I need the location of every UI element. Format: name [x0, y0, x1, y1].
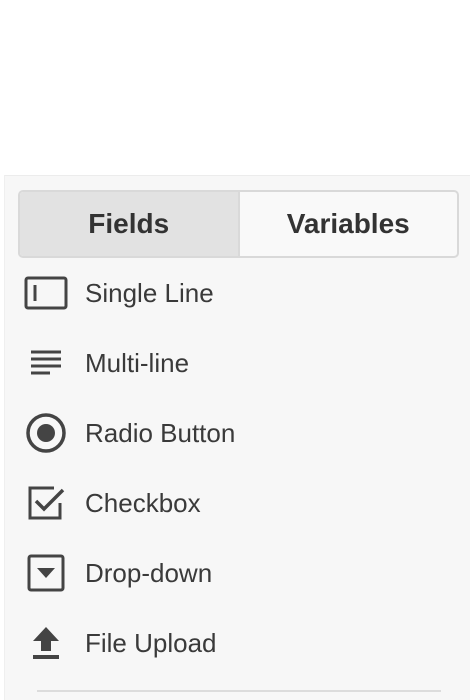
- field-item-label: Multi-line: [85, 347, 190, 378]
- field-palette-panel: Fields Variables Single Line Multi-line …: [4, 175, 470, 700]
- single-line-icon: [23, 258, 69, 328]
- multi-line-icon: [23, 328, 69, 398]
- field-item-label: Single Line: [85, 277, 214, 308]
- palette-tabs: Fields Variables: [18, 190, 459, 258]
- field-item-dropdown[interactable]: Drop-down: [5, 538, 470, 608]
- field-list: Single Line Multi-line Radio Button Chec…: [5, 258, 470, 678]
- tab-fields[interactable]: Fields: [20, 192, 240, 256]
- bottom-divider: [37, 690, 441, 692]
- radio-button-icon: [23, 398, 69, 468]
- field-item-label: Checkbox: [85, 487, 201, 518]
- field-item-label: File Upload: [85, 627, 217, 658]
- file-upload-icon: [23, 608, 69, 678]
- field-item-single-line[interactable]: Single Line: [5, 258, 470, 328]
- field-item-multi-line[interactable]: Multi-line: [5, 328, 470, 398]
- field-item-label: Radio Button: [85, 417, 236, 448]
- field-item-file-upload[interactable]: File Upload: [5, 608, 470, 678]
- dropdown-icon: [23, 538, 69, 608]
- field-item-radio-button[interactable]: Radio Button: [5, 398, 470, 468]
- field-item-label: Drop-down: [85, 557, 213, 588]
- field-item-checkbox[interactable]: Checkbox: [5, 468, 470, 538]
- tab-variables[interactable]: Variables: [240, 192, 458, 256]
- checkbox-icon: [23, 468, 69, 538]
